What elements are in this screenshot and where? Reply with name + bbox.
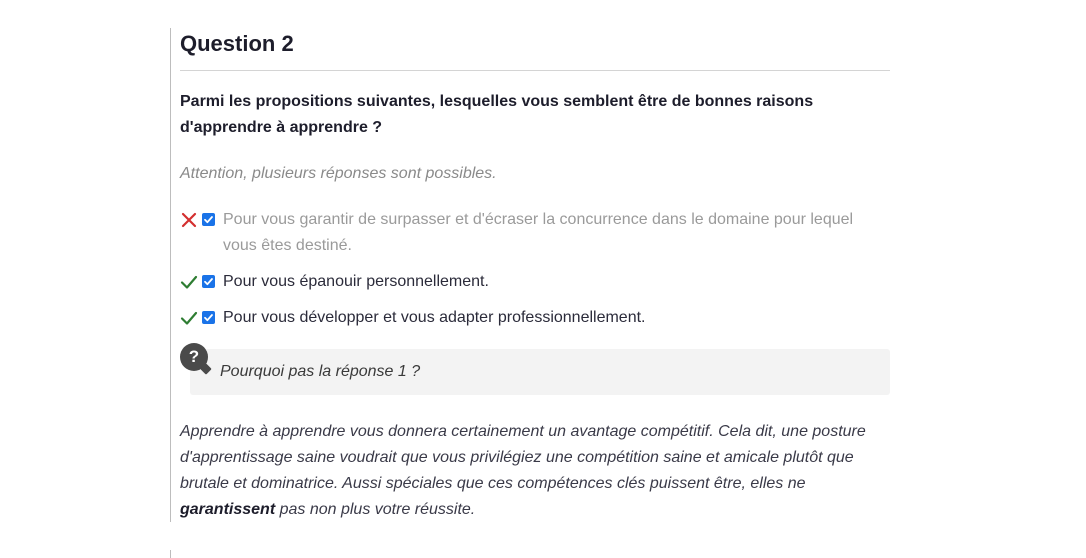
question-title: Question 2: [180, 28, 890, 71]
answer-checkbox-1[interactable]: [202, 213, 215, 226]
explanation-bold-word: garantissent: [180, 501, 276, 518]
feedback-block: Pourquoi pas la réponse 1 ? ?: [180, 343, 890, 399]
feedback-explanation: Apprendre à apprendre vous donnera certa…: [180, 419, 890, 523]
answer-text-1: Pour vous garantir de surpasser et d'écr…: [223, 211, 854, 254]
explanation-text-start: Apprendre à apprendre vous donnera certa…: [180, 423, 866, 492]
question-note: Attention, plusieurs réponses sont possi…: [180, 165, 497, 182]
answer-option-2: Pour vous épanouir personnellement.: [180, 269, 890, 295]
answer-text-3: Pour vous développer et vous adapter pro…: [223, 309, 646, 326]
answer-list: Pour vous garantir de surpasser et d'écr…: [180, 207, 890, 331]
answer-checkbox-2[interactable]: [202, 275, 215, 288]
answer-option-3: Pour vous développer et vous adapter pro…: [180, 305, 890, 331]
quiz-page: Question 2 Parmi les propositions suivan…: [0, 0, 1086, 558]
explanation-text-end: pas non plus votre réussite.: [275, 501, 476, 518]
checkmark-icon: [180, 305, 198, 331]
left-border: [170, 28, 171, 522]
checkmark-icon: [180, 269, 198, 295]
question-prompt: Parmi les propositions suivantes, lesque…: [180, 93, 814, 136]
question-block: Question 2 Parmi les propositions suivan…: [180, 28, 890, 523]
feedback-title: Pourquoi pas la réponse 1 ?: [220, 363, 421, 380]
answer-text-2: Pour vous épanouir personnellement.: [223, 273, 489, 290]
cross-icon: [180, 207, 198, 233]
left-border-next: [170, 550, 171, 558]
answer-checkbox-3[interactable]: [202, 311, 215, 324]
feedback-box[interactable]: Pourquoi pas la réponse 1 ?: [190, 349, 890, 395]
answer-option-1: Pour vous garantir de surpasser et d'écr…: [180, 207, 890, 259]
question-mark-icon: ?: [180, 343, 208, 371]
